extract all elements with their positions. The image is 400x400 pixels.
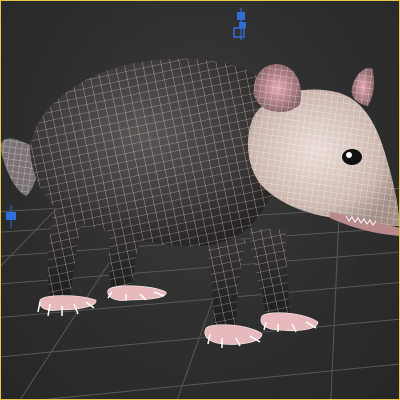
front-left-paw: [204, 324, 263, 348]
light-gizmo-icon[interactable]: [233, 8, 246, 40]
front-right-paw: [260, 312, 319, 333]
pivot-marker-icon: [6, 205, 16, 228]
opossum-model[interactable]: [0, 58, 400, 348]
eye: [342, 149, 362, 165]
3d-viewport[interactable]: [0, 0, 400, 400]
viewport-scene[interactable]: [0, 0, 400, 400]
back-right-paw: [107, 285, 167, 301]
